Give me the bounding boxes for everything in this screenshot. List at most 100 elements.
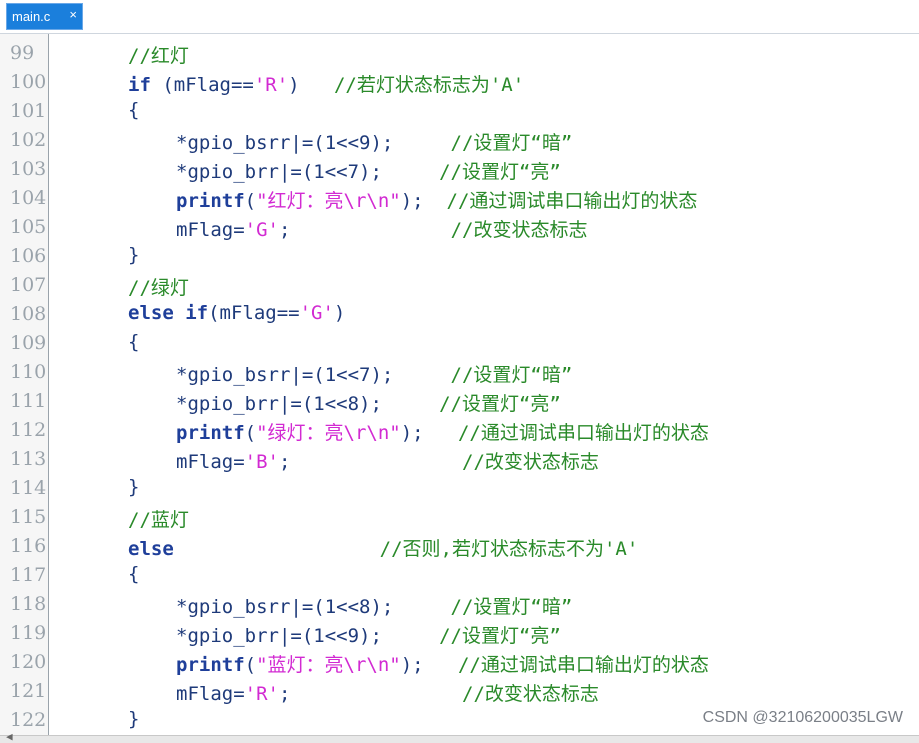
code-text: else if(mFlag=='G') [128, 302, 345, 324]
line-number: 117 [10, 564, 47, 586]
line-number: 111 [10, 390, 47, 412]
line-number: 112 [10, 419, 47, 441]
code-line: 109 { [0, 328, 919, 357]
code-token: //设置灯“亮” [439, 625, 561, 647]
code-token: 'G' [299, 302, 334, 324]
code-token: ) [333, 302, 346, 324]
code-text: printf("红灯：亮\r\n"); //通过调试串口输出灯的状态 [176, 186, 697, 213]
code-token: //通过调试串口输出灯的状态 [457, 422, 709, 444]
tab-label: main.c [12, 9, 51, 24]
tab-bar: main.c × [0, 0, 919, 33]
code-token: //改变状态标志 [462, 451, 599, 473]
code-text: *gpio_bsrr|=(1<<7); //设置灯“暗” [176, 360, 572, 387]
line-number: 120 [10, 651, 47, 673]
code-line: 120 printf("蓝灯：亮\r\n"); //通过调试串口输出灯的状态 [0, 647, 919, 676]
code-token: //设置灯“亮” [439, 161, 561, 183]
line-number: 109 [10, 332, 47, 354]
code-token: else if [128, 302, 209, 324]
line-number: 118 [10, 593, 47, 615]
line-number: 119 [10, 622, 47, 644]
code-line: 105 mFlag='G'; //改变状态标志 [0, 212, 919, 241]
code-token: else [128, 538, 174, 560]
code-text: printf("蓝灯：亮\r\n"); //通过调试串口输出灯的状态 [176, 650, 709, 677]
close-icon[interactable]: × [69, 7, 77, 22]
code-text: printf("绿灯：亮\r\n"); //通过调试串口输出灯的状态 [176, 418, 709, 445]
code-text: else //否则,若灯状态标志不为'A' [128, 534, 638, 561]
code-line: 117 { [0, 560, 919, 589]
code-line: 118 *gpio_bsrr|=(1<<8); //设置灯“暗” [0, 589, 919, 618]
line-number: 114 [10, 477, 47, 499]
code-text: //蓝灯 [128, 505, 189, 532]
code-line: 103 *gpio_brr|=(1<<7); //设置灯“亮” [0, 154, 919, 183]
line-number: 122 [10, 709, 47, 731]
code-token: //若灯状态标志为'A' [333, 74, 525, 96]
code-editor[interactable]: 99//红灯 100 if (mFlag=='R') //若灯状态标志为'A' 101… [0, 33, 919, 737]
code-token: *gpio_bsrr|=(1<<7); [176, 364, 451, 386]
code-token: { [128, 563, 140, 585]
code-token: "红灯：亮\r\n" [256, 190, 401, 212]
code-line: 113 mFlag='B'; //改变状态标志 [0, 444, 919, 473]
line-number: 108 [10, 303, 47, 325]
code-token: "绿灯：亮\r\n" [256, 422, 401, 444]
code-token: //设置灯“暗” [450, 596, 573, 618]
line-number: 115 [10, 506, 47, 528]
line-number: 107 [10, 274, 47, 296]
code-text: mFlag='B'; //改变状态标志 [176, 447, 599, 474]
line-number: 99 [10, 42, 35, 64]
code-text: { [128, 563, 139, 585]
code-token: 'G' [244, 219, 279, 241]
scroll-left-icon[interactable]: ◀ [6, 730, 13, 743]
line-number: 102 [10, 129, 47, 151]
code-token: { [128, 331, 140, 353]
line-number: 100 [10, 71, 47, 93]
code-token: //蓝灯 [128, 509, 189, 531]
code-token: *gpio_bsrr|=(1<<8); [176, 596, 451, 618]
code-line: 106} [0, 241, 919, 270]
code-text: } [128, 244, 139, 266]
code-line: 99 //红灯 [0, 38, 919, 67]
code-token: ); [400, 190, 447, 212]
tab-main-c[interactable]: main.c × [6, 3, 83, 30]
code-token: printf [176, 190, 245, 212]
line-number: 101 [10, 100, 47, 122]
code-text: { [128, 331, 139, 353]
code-token: *gpio_brr|=(1<<7); [176, 161, 440, 183]
code-line: 104 printf("红灯：亮\r\n"); //通过调试串口输出灯的状态 [0, 183, 919, 212]
code-token: //设置灯“暗” [450, 364, 573, 386]
code-text: *gpio_brr|=(1<<8); //设置灯“亮” [176, 389, 561, 416]
code-line: 108 else if(mFlag=='G') [0, 299, 919, 328]
horizontal-scrollbar[interactable]: ◀ [0, 730, 919, 743]
code-token: mFlag= [176, 683, 245, 705]
code-token: mFlag= [176, 451, 245, 473]
code-token: *gpio_brr|=(1<<8); [176, 393, 440, 415]
code-token: *gpio_bsrr|=(1<<9); [176, 132, 451, 154]
code-token: //设置灯“亮” [439, 393, 561, 415]
code-line: 107 //绿灯 [0, 270, 919, 299]
code-token: //通过调试串口输出灯的状态 [457, 654, 709, 676]
code-line: 115 //蓝灯 [0, 502, 919, 531]
code-token: ( [244, 190, 257, 212]
line-number: 121 [10, 680, 47, 702]
code-token: ; [278, 683, 462, 705]
code-token: 'R' [244, 683, 279, 705]
code-token: //绿灯 [128, 277, 189, 299]
line-number: 113 [10, 448, 47, 470]
line-number: 116 [10, 535, 47, 557]
code-token: //设置灯“暗” [450, 132, 573, 154]
code-token: //红灯 [128, 45, 189, 67]
code-token: //改变状态标志 [462, 683, 599, 705]
code-text: *gpio_bsrr|=(1<<8); //设置灯“暗” [176, 592, 572, 619]
code-token: 'R' [253, 74, 289, 96]
code-line: 119 *gpio_brr|=(1<<9); //设置灯“亮” [0, 618, 919, 647]
code-text: *gpio_brr|=(1<<9); //设置灯“亮” [176, 621, 561, 648]
code-line: 111 *gpio_brr|=(1<<8); //设置灯“亮” [0, 386, 919, 415]
code-text: //红灯 [128, 41, 189, 68]
code-line: 102 *gpio_bsrr|=(1<<9); //设置灯“暗” [0, 125, 919, 154]
code-token: } [128, 708, 140, 730]
code-line: 112 printf("绿灯：亮\r\n"); //通过调试串口输出灯的状态 [0, 415, 919, 444]
code-token: ); [400, 654, 458, 676]
code-token: *gpio_brr|=(1<<9); [176, 625, 440, 647]
line-number: 103 [10, 158, 47, 180]
line-number: 106 [10, 245, 47, 267]
